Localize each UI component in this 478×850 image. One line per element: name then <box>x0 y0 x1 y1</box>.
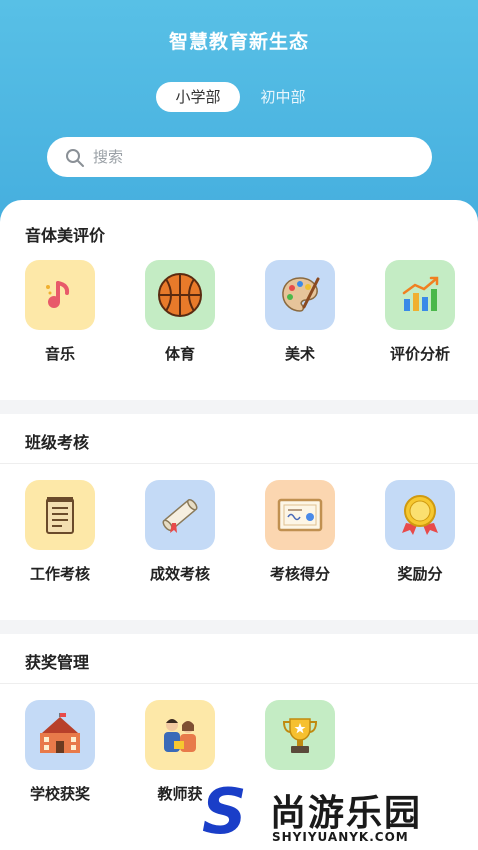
tile-label: 音乐 <box>44 345 75 363</box>
watermark-text: 尚游乐园 <box>270 793 423 834</box>
tile-icon-box <box>145 700 215 770</box>
tile-assessment-score[interactable]: 考核得分 <box>250 480 350 584</box>
tile-icon-box <box>25 480 95 550</box>
scroll-icon <box>162 498 198 533</box>
tile-icon-box <box>145 480 215 550</box>
tile-school-awards[interactable]: 学校获奖 <box>10 700 110 804</box>
music-note-icon <box>46 281 70 308</box>
tile-effectiveness-assessment[interactable]: 成效考核 <box>130 480 230 584</box>
tile-label: 美术 <box>284 345 315 363</box>
watermark-logo: S 尚游乐园 SHYIYUANYK.COM <box>196 780 478 850</box>
tile-label: 工作考核 <box>29 565 90 583</box>
tile-reward-points[interactable]: 奖励分 <box>370 480 470 584</box>
watermark-url: SHYIYUANYK.COM <box>272 830 409 844</box>
section-title: 音体美评价 <box>25 226 106 245</box>
tab-bar: 小学部 初中部 <box>0 82 478 112</box>
medal-icon <box>402 495 438 535</box>
tab-middle-school[interactable]: 初中部 <box>248 82 318 112</box>
section-class-assessment: 班级考核 工作考核 成效考核 考核得分 奖励分 <box>0 414 478 620</box>
school-building-icon <box>40 713 80 753</box>
app-title: 智慧教育新生态 <box>168 31 309 53</box>
section-title: 班级考核 <box>25 433 90 452</box>
tile-label: 成效考核 <box>149 565 210 583</box>
tab-primary-school[interactable]: 小学部 <box>156 82 240 112</box>
tile-evaluation-analysis[interactable]: 评价分析 <box>370 260 470 364</box>
tile-icon-box <box>145 260 215 330</box>
certificate-icon <box>277 498 323 532</box>
tile-art[interactable]: 美术 <box>250 260 350 364</box>
palette-icon <box>282 277 320 312</box>
tile-label: 评价分析 <box>389 345 450 363</box>
teachers-icon <box>164 719 196 752</box>
trophy-icon <box>282 718 318 753</box>
tile-label: 学校获奖 <box>29 785 90 803</box>
search-input[interactable] <box>93 137 413 177</box>
tile-work-assessment[interactable]: 工作考核 <box>10 480 110 584</box>
divider <box>0 683 478 684</box>
tile-icon-box <box>25 260 95 330</box>
tile-icon-box <box>265 260 335 330</box>
section-arts-sports-evaluation: 音体美评价 音乐 体育 美术 评价分析 <box>0 200 478 400</box>
tile-trophy[interactable] <box>250 700 350 783</box>
tile-icon-box <box>25 700 95 770</box>
tile-icon-box <box>265 480 335 550</box>
basketball-icon <box>158 273 202 317</box>
tile-icon-box <box>385 260 455 330</box>
header: 智慧教育新生态 小学部 初中部 <box>0 0 478 230</box>
search-bar[interactable] <box>47 137 432 177</box>
tile-label: 考核得分 <box>269 565 330 583</box>
tile-music[interactable]: 音乐 <box>10 260 110 364</box>
tile-icon-box <box>265 700 335 770</box>
notepad-icon <box>46 497 74 534</box>
watermark-logo-letter: S <box>202 775 247 848</box>
tile-icon-box <box>385 480 455 550</box>
tile-label: 奖励分 <box>397 565 443 583</box>
section-title: 获奖管理 <box>25 653 90 672</box>
bar-chart-icon <box>402 276 439 311</box>
tile-sports[interactable]: 体育 <box>130 260 230 364</box>
tile-label: 体育 <box>164 345 195 363</box>
search-icon <box>66 149 84 167</box>
divider <box>0 463 478 464</box>
